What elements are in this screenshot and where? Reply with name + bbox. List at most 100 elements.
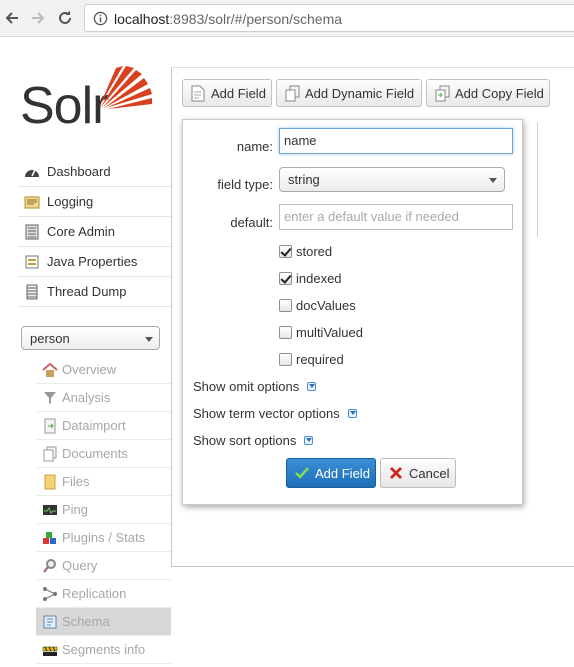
ping-icon bbox=[42, 502, 58, 518]
show-term-vector-options-toggle[interactable]: Show term vector options bbox=[193, 406, 357, 421]
browser-toolbar: localhost:8983/solr/#/person/schema bbox=[0, 0, 574, 37]
field-type-select[interactable]: string bbox=[279, 167, 505, 192]
core-selector-value: person bbox=[30, 331, 70, 346]
core-nav-label: Overview bbox=[62, 362, 117, 377]
required-label: required bbox=[296, 352, 344, 367]
replication-icon bbox=[42, 586, 58, 602]
show-sort-label: Show sort options bbox=[193, 433, 297, 448]
nav-java-properties[interactable]: Java Properties bbox=[18, 247, 171, 277]
solr-logo[interactable]: Solr bbox=[20, 64, 155, 136]
forward-icon[interactable] bbox=[26, 6, 50, 30]
required-checkbox[interactable] bbox=[279, 353, 292, 366]
core-nav-label: Ping bbox=[62, 502, 89, 517]
add-field-dialog: name: name field type: string default: e… bbox=[182, 119, 523, 505]
core-nav: Overview Analysis Dataimport Documents F… bbox=[36, 356, 171, 664]
indexed-label: indexed bbox=[296, 271, 342, 286]
nav-core-admin[interactable]: Core Admin bbox=[18, 217, 171, 247]
core-nav-analysis[interactable]: Analysis bbox=[36, 384, 171, 412]
show-omit-options-toggle[interactable]: Show omit options bbox=[193, 379, 317, 394]
logging-icon bbox=[24, 194, 40, 210]
default-input[interactable]: enter a default value if needed bbox=[279, 204, 513, 230]
add-field-label: Add Field bbox=[211, 86, 266, 101]
core-nav-schema[interactable]: Schema bbox=[36, 608, 171, 636]
core-admin-icon bbox=[24, 224, 40, 240]
core-nav-label: Segments info bbox=[62, 642, 146, 657]
nav-label: Dashboard bbox=[47, 164, 111, 179]
stored-label: stored bbox=[296, 244, 333, 259]
indexed-checkbox[interactable] bbox=[279, 272, 292, 285]
nav-dashboard[interactable]: Dashboard bbox=[18, 157, 171, 187]
dashboard-icon bbox=[24, 164, 40, 180]
copy-icon bbox=[435, 85, 450, 102]
dataimport-icon bbox=[42, 418, 58, 434]
stored-checkbox[interactable] bbox=[279, 245, 292, 258]
core-nav-label: Files bbox=[62, 474, 90, 489]
core-nav-label: Schema bbox=[62, 614, 110, 629]
core-nav-label: Documents bbox=[62, 446, 128, 461]
divider bbox=[537, 122, 538, 237]
show-omit-label: Show omit options bbox=[193, 379, 300, 394]
core-nav-dataimport[interactable]: Dataimport bbox=[36, 412, 171, 440]
main-nav: Dashboard Logging Core Admin Java Proper… bbox=[18, 157, 171, 307]
multivalued-label: multiValued bbox=[296, 325, 363, 340]
nav-label: Core Admin bbox=[47, 224, 115, 239]
name-input-value: name bbox=[284, 133, 317, 148]
cancel-button[interactable]: Cancel bbox=[380, 458, 456, 488]
multivalued-checkbox[interactable] bbox=[279, 326, 292, 339]
add-copy-field-label: Add Copy Field bbox=[455, 86, 544, 101]
add-copy-field-button[interactable]: Add Copy Field bbox=[426, 79, 550, 107]
schema-icon bbox=[42, 614, 58, 630]
nav-thread-dump[interactable]: Thread Dump bbox=[18, 277, 171, 307]
url-host: localhost bbox=[114, 11, 170, 27]
chevron-down-icon bbox=[489, 178, 497, 183]
default-label: default: bbox=[230, 215, 273, 230]
core-nav-segments-info[interactable]: Segments info bbox=[36, 636, 171, 664]
nav-label: Thread Dump bbox=[47, 284, 127, 299]
add-dynamic-field-button[interactable]: Add Dynamic Field bbox=[276, 79, 422, 107]
core-nav-files[interactable]: Files bbox=[36, 468, 171, 496]
name-label: name: bbox=[236, 139, 273, 154]
docvalues-label: docValues bbox=[296, 298, 356, 313]
back-icon[interactable] bbox=[0, 6, 24, 30]
core-nav-label: Replication bbox=[62, 586, 127, 601]
checkmark-icon bbox=[295, 467, 309, 482]
files-icon bbox=[42, 474, 58, 490]
docvalues-checkbox[interactable] bbox=[279, 299, 292, 312]
overview-icon bbox=[42, 362, 58, 378]
core-nav-plugins-stats[interactable]: Plugins / Stats bbox=[36, 524, 171, 552]
submit-add-field-button[interactable]: Add Field bbox=[286, 458, 376, 488]
cancel-label: Cancel bbox=[409, 466, 450, 481]
core-nav-ping[interactable]: Ping bbox=[36, 496, 171, 524]
name-input[interactable]: name bbox=[279, 128, 513, 154]
core-nav-label: Plugins / Stats bbox=[62, 530, 146, 545]
analysis-icon bbox=[42, 390, 58, 406]
core-selector[interactable]: person bbox=[21, 326, 160, 350]
expand-icon bbox=[347, 409, 357, 418]
show-term-vector-label: Show term vector options bbox=[193, 406, 340, 421]
core-nav-label: Analysis bbox=[62, 390, 111, 405]
sun-logo-icon bbox=[99, 66, 152, 109]
reload-icon[interactable] bbox=[53, 6, 77, 30]
address-bar[interactable]: localhost:8983/solr/#/person/schema bbox=[84, 4, 574, 32]
core-nav-label: Query bbox=[62, 558, 98, 573]
page-info-icon[interactable] bbox=[93, 11, 108, 29]
url-path: :8983/solr/#/person/schema bbox=[169, 11, 343, 27]
field-type-label: field type: bbox=[217, 177, 273, 192]
core-nav-documents[interactable]: Documents bbox=[36, 440, 171, 468]
nav-logging[interactable]: Logging bbox=[18, 187, 171, 217]
documents-icon bbox=[42, 446, 58, 462]
segments-icon bbox=[42, 642, 58, 658]
core-nav-query[interactable]: Query bbox=[36, 552, 171, 580]
core-nav-label: Dataimport bbox=[62, 418, 126, 433]
expand-icon bbox=[304, 436, 314, 445]
url-text: localhost:8983/solr/#/person/schema bbox=[114, 11, 342, 27]
documents-icon bbox=[285, 85, 300, 102]
query-icon bbox=[42, 558, 58, 574]
core-nav-replication[interactable]: Replication bbox=[36, 580, 171, 608]
core-nav-overview[interactable]: Overview bbox=[36, 356, 171, 384]
show-sort-options-toggle[interactable]: Show sort options bbox=[193, 433, 314, 448]
add-field-button[interactable]: Add Field bbox=[182, 79, 272, 107]
default-placeholder: enter a default value if needed bbox=[284, 209, 459, 224]
plugins-icon bbox=[42, 530, 58, 546]
close-icon bbox=[390, 467, 402, 482]
